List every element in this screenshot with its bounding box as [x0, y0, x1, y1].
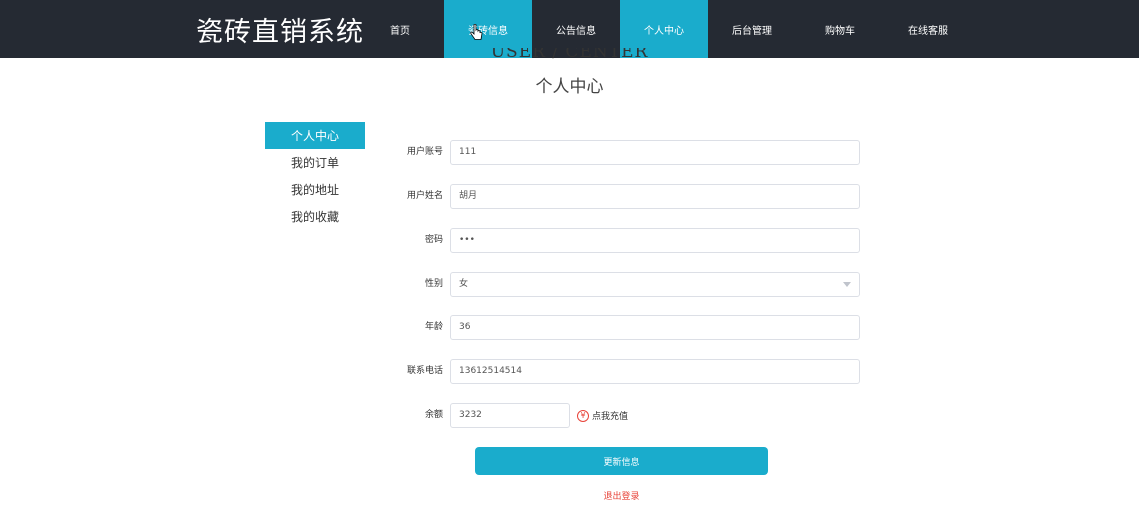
sidebar-item-user-center[interactable]: 个人中心 [265, 122, 365, 149]
gender-label: 性别 [424, 279, 443, 289]
form-row-password: 密码 ••• [380, 228, 860, 253]
name-input[interactable]: 胡月 [450, 184, 860, 209]
page-title-en: USER / CENTER [490, 48, 649, 62]
recharge-link[interactable]: ¥ 点我充值 [577, 403, 628, 428]
sidebar-item-address[interactable]: 我的地址 [265, 176, 365, 203]
phone-label: 联系电话 [406, 366, 443, 376]
gender-value: 女 [459, 279, 469, 289]
password-input[interactable]: ••• [450, 228, 860, 253]
name-label: 用户姓名 [406, 191, 443, 201]
account-label: 用户账号 [406, 147, 443, 157]
form-row-gender: 性别 女 [380, 272, 860, 297]
recharge-label: 点我充值 [592, 412, 629, 422]
chevron-down-icon [843, 282, 851, 287]
account-input[interactable]: 111 [450, 140, 860, 165]
update-info-button[interactable]: 更新信息 [475, 447, 768, 475]
hand-cursor-icon [470, 24, 483, 40]
sidebar: 个人中心 我的订单 我的地址 我的收藏 [265, 122, 365, 230]
balance-input[interactable]: 3232 [450, 403, 570, 428]
gender-select[interactable]: 女 [450, 272, 860, 297]
password-label: 密码 [424, 235, 443, 245]
form-row-balance: 余额 3232 ¥ 点我充值 [380, 403, 860, 428]
logout-link[interactable]: 退出登录 [0, 489, 1139, 502]
site-brand[interactable]: 瓷砖直销系统 [196, 10, 364, 49]
form-row-account: 用户账号 111 [380, 140, 860, 165]
sidebar-item-orders[interactable]: 我的订单 [265, 149, 365, 176]
form-row-name: 用户姓名 胡月 [380, 184, 860, 209]
age-label: 年龄 [424, 322, 443, 332]
form-row-age: 年龄 36 [380, 315, 860, 340]
balance-label: 余额 [424, 410, 443, 420]
sidebar-item-favorites[interactable]: 我的收藏 [265, 203, 365, 230]
yen-icon: ¥ [577, 409, 589, 422]
page-title: 个人中心 [535, 77, 604, 97]
form-row-phone: 联系电话 13612514514 [380, 359, 860, 384]
age-input[interactable]: 36 [450, 315, 860, 340]
phone-input[interactable]: 13612514514 [450, 359, 860, 384]
